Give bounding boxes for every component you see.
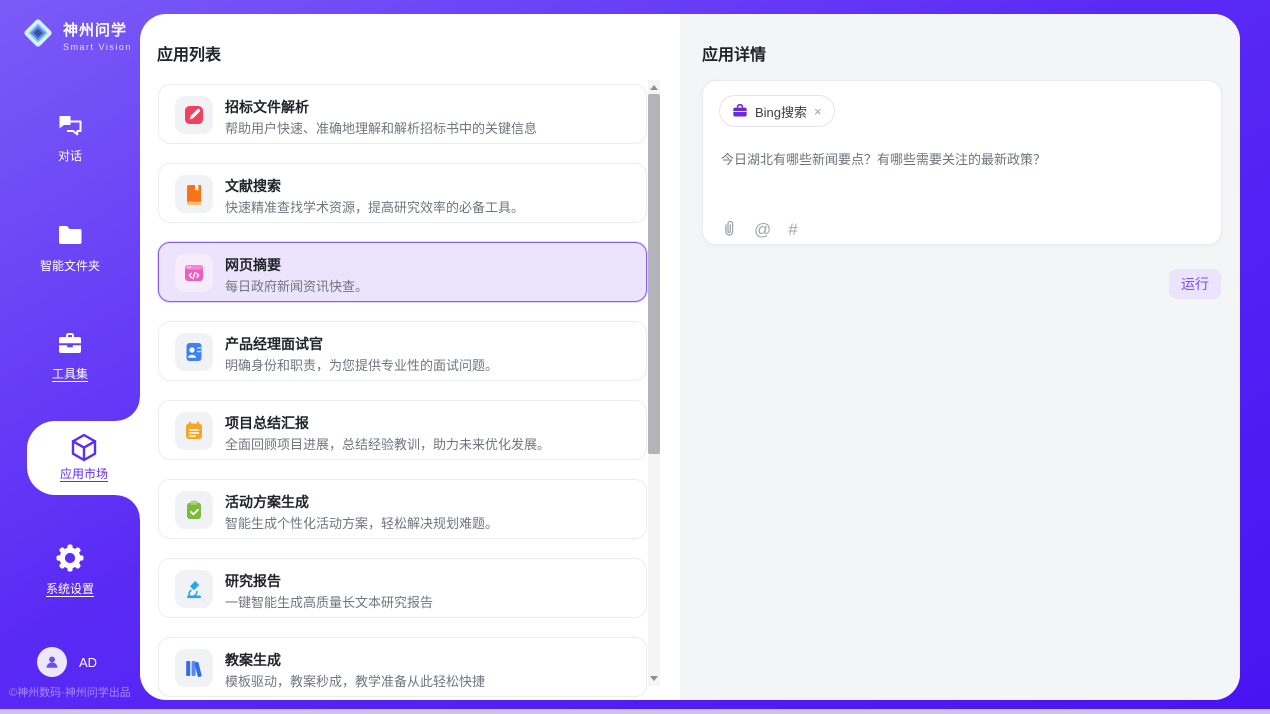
prompt-card: Bing搜索 × 今日湖北有哪些新闻要点？有哪些需要关注的最新政策？ @ #	[702, 80, 1222, 245]
note-icon	[183, 420, 205, 442]
sidebar-item-label: 智能文件夹	[40, 257, 100, 274]
active-tab-curve-bottom	[116, 495, 140, 519]
toolbox-icon	[0, 328, 140, 358]
sidebar-item-label: 系统设置	[46, 580, 94, 597]
prompt-toolbar: @ #	[721, 219, 798, 240]
cube-icon	[27, 431, 141, 463]
sidebar: 神州问学 Smart Vision 对话 智能文件夹	[0, 0, 140, 714]
app-card-lesson-plan[interactable]: 教案生成 模板驱动，教案秒成，教学准备从此轻松快捷	[158, 637, 647, 697]
app-list-scrollbar[interactable]	[648, 80, 660, 686]
app-description: 快速精准查找学术资源，提高研究效率的必备工具。	[225, 197, 524, 216]
app-detail-panel: 应用详情 Bing搜索 × 今日湖北有哪些新闻要点？有哪些需要关注的最新政策？	[680, 14, 1240, 700]
app-card-literature-search[interactable]: 文献搜索 快速精准查找学术资源，提高研究效率的必备工具。	[158, 163, 647, 223]
person-icon	[43, 653, 61, 671]
copyright-text: ©神州数码·神州问学出品	[0, 684, 140, 700]
app-description: 一键智能生成高质量长文本研究报告	[225, 592, 433, 611]
app-card-research-report[interactable]: 研究报告 一键智能生成高质量长文本研究报告	[158, 558, 647, 618]
app-description: 模板驱动，教案秒成，教学准备从此轻松快捷	[225, 671, 485, 690]
prompt-text[interactable]: 今日湖北有哪些新闻要点？有哪些需要关注的最新政策？	[721, 149, 1201, 168]
sidebar-item-app-market[interactable]: 应用市场	[27, 421, 141, 495]
tool-tag-label: Bing搜索	[755, 102, 807, 121]
app-description: 每日政府新闻资讯快查。	[225, 276, 368, 295]
brand-logo: 神州问学 Smart Vision	[20, 15, 132, 56]
app-description: 明确身份和职责，为您提供专业性的面试问题。	[225, 355, 498, 374]
sidebar-item-toolset[interactable]: 工具集	[0, 328, 140, 383]
run-button[interactable]: 运行	[1169, 269, 1221, 299]
scrollbar-thumb[interactable]	[648, 94, 660, 454]
app-description: 智能生成个性化活动方案，轻松解决规划难题。	[225, 513, 498, 532]
scroll-up-arrow-icon[interactable]	[650, 85, 658, 90]
sidebar-item-settings[interactable]: 系统设置	[0, 543, 140, 598]
app-window: 神州问学 Smart Vision 对话 智能文件夹	[0, 0, 1270, 714]
app-name: 文献搜索	[225, 176, 281, 196]
hash-icon[interactable]: #	[788, 221, 797, 238]
browser-code-icon	[183, 262, 205, 284]
edit-doc-icon	[183, 104, 205, 126]
sidebar-item-label: 对话	[58, 147, 82, 164]
brand-subtitle: Smart Vision	[63, 42, 132, 52]
tool-tag-bing-search[interactable]: Bing搜索 ×	[719, 95, 835, 127]
sidebar-item-label: 应用市场	[60, 465, 108, 482]
scroll-down-arrow-icon[interactable]	[650, 676, 658, 681]
app-name: 教案生成	[225, 650, 281, 670]
main-content: 应用列表 招标文件解析 帮助用户快速、准确地理解和解析招标书中的关键信息 文献搜…	[140, 14, 1240, 700]
clipboard-check-icon	[183, 499, 205, 521]
app-card-bid-analysis[interactable]: 招标文件解析 帮助用户快速、准确地理解和解析招标书中的关键信息	[158, 84, 647, 144]
app-card-pm-interviewer[interactable]: 产品经理面试官 明确身份和职责，为您提供专业性的面试问题。	[158, 321, 647, 381]
sidebar-item-chat[interactable]: 对话	[0, 110, 140, 165]
app-name: 活动方案生成	[225, 492, 309, 512]
window-bottom-edge	[0, 709, 1270, 714]
sidebar-item-label: 工具集	[52, 365, 88, 382]
avatar[interactable]	[37, 647, 67, 677]
app-card-web-summary[interactable]: 网页摘要 每日政府新闻资讯快查。	[158, 242, 647, 302]
active-tab-curve-top	[116, 397, 140, 421]
app-description: 帮助用户快速、准确地理解和解析招标书中的关键信息	[225, 118, 537, 137]
app-name: 网页摘要	[225, 255, 281, 275]
app-name: 产品经理面试官	[225, 334, 323, 354]
app-detail-title: 应用详情	[702, 41, 766, 65]
brand-diamond-icon	[20, 15, 56, 56]
brand-name: 神州问学	[63, 19, 132, 40]
user-name: AD	[79, 655, 97, 670]
tag-close-icon[interactable]: ×	[814, 105, 822, 118]
microscope-icon	[183, 578, 205, 600]
app-list: 招标文件解析 帮助用户快速、准确地理解和解析招标书中的关键信息 文献搜索 快速精…	[158, 84, 647, 700]
books-icon	[183, 657, 205, 679]
app-description: 全面回顾项目进展，总结经验教训，助力未来优化发展。	[225, 434, 550, 453]
app-card-activity-plan[interactable]: 活动方案生成 智能生成个性化活动方案，轻松解决规划难题。	[158, 479, 647, 539]
app-card-project-summary[interactable]: 项目总结汇报 全面回顾项目进展，总结经验教训，助力未来优化发展。	[158, 400, 647, 460]
mention-icon[interactable]: @	[754, 221, 771, 238]
chat-icon	[0, 110, 140, 140]
interviewer-icon	[183, 341, 205, 363]
app-name: 研究报告	[225, 571, 281, 591]
folder-icon	[0, 220, 140, 250]
sidebar-item-smart-folder[interactable]: 智能文件夹	[0, 220, 140, 275]
briefcase-icon	[732, 103, 748, 119]
app-list-title: 应用列表	[157, 41, 221, 65]
gear-icon	[0, 543, 140, 573]
user-account[interactable]: AD	[37, 647, 97, 677]
book-icon	[183, 183, 205, 205]
paperclip-icon[interactable]	[721, 219, 737, 240]
app-name: 招标文件解析	[225, 97, 309, 117]
app-name: 项目总结汇报	[225, 413, 309, 433]
